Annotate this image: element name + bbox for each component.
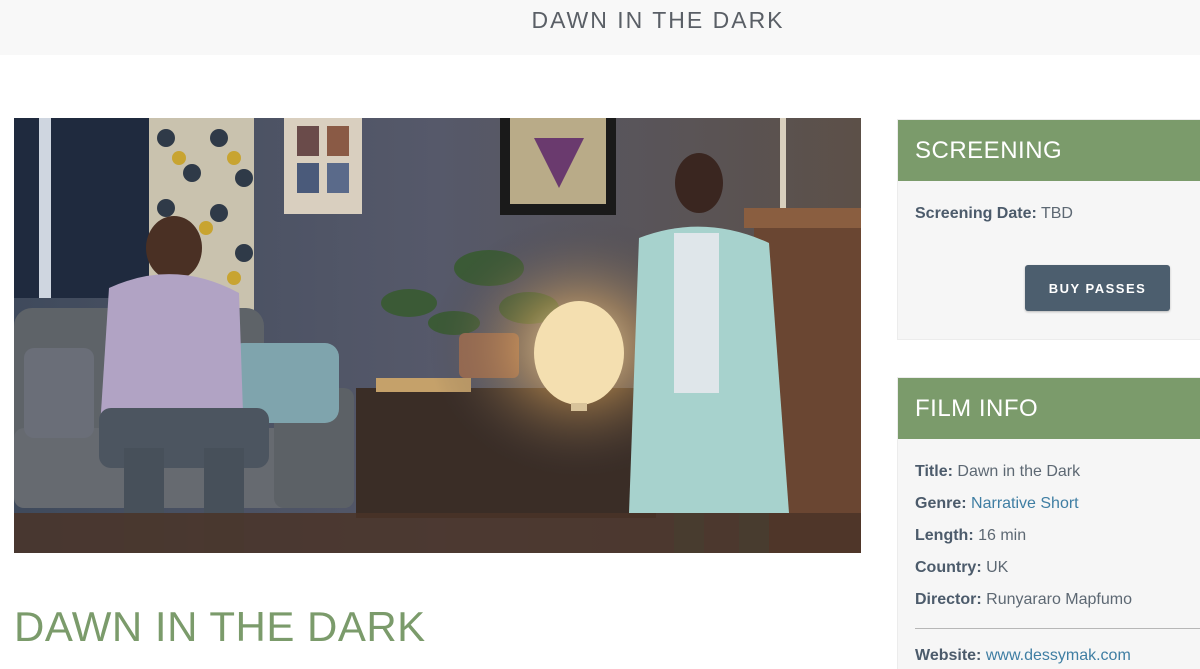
film-title-row: Title: Dawn in the Dark [915, 463, 1080, 481]
length-row: Length: 16 min [915, 527, 1026, 545]
buy-passes-button[interactable]: BUY PASSES [1025, 265, 1170, 311]
info-divider [915, 628, 1200, 629]
country-label: Country: [915, 559, 982, 576]
genre-link[interactable]: Narrative Short [971, 495, 1079, 512]
site-header: DAWN IN THE DARK [0, 0, 1200, 55]
screening-date-value: TBD [1040, 205, 1073, 222]
title-label: Title: [915, 463, 953, 480]
page-title: DAWN IN THE DARK [531, 7, 785, 33]
director-value: Runyararo Mapfumo [986, 591, 1132, 608]
director-row: Director: Runyararo Mapfumo [915, 591, 1132, 609]
screening-heading: SCREENING [898, 120, 1200, 181]
genre-label: Genre: [915, 495, 967, 512]
genre-row: Genre: Narrative Short [915, 495, 1079, 513]
website-link[interactable]: www.dessymak.com [986, 647, 1131, 664]
website-row: Website: www.dessymak.com [915, 647, 1131, 665]
film-still-image [14, 118, 861, 553]
length-label: Length: [915, 527, 974, 544]
screening-date-label: Screening Date: [915, 205, 1037, 222]
country-row: Country: UK [915, 559, 1008, 577]
film-info-heading: FILM INFO [898, 378, 1200, 439]
title-value: Dawn in the Dark [957, 463, 1081, 480]
director-label: Director: [915, 591, 982, 608]
screening-date-row: Screening Date: TBD [915, 205, 1073, 223]
website-label: Website: [915, 647, 982, 664]
screening-panel: SCREENING Screening Date: TBD BUY PASSES [897, 119, 1200, 340]
country-value: UK [986, 559, 1009, 576]
length-value: 16 min [978, 527, 1027, 544]
film-title-heading: DAWN IN THE DARK [14, 603, 426, 650]
film-info-panel: FILM INFO Title: Dawn in the Dark Genre:… [897, 377, 1200, 669]
